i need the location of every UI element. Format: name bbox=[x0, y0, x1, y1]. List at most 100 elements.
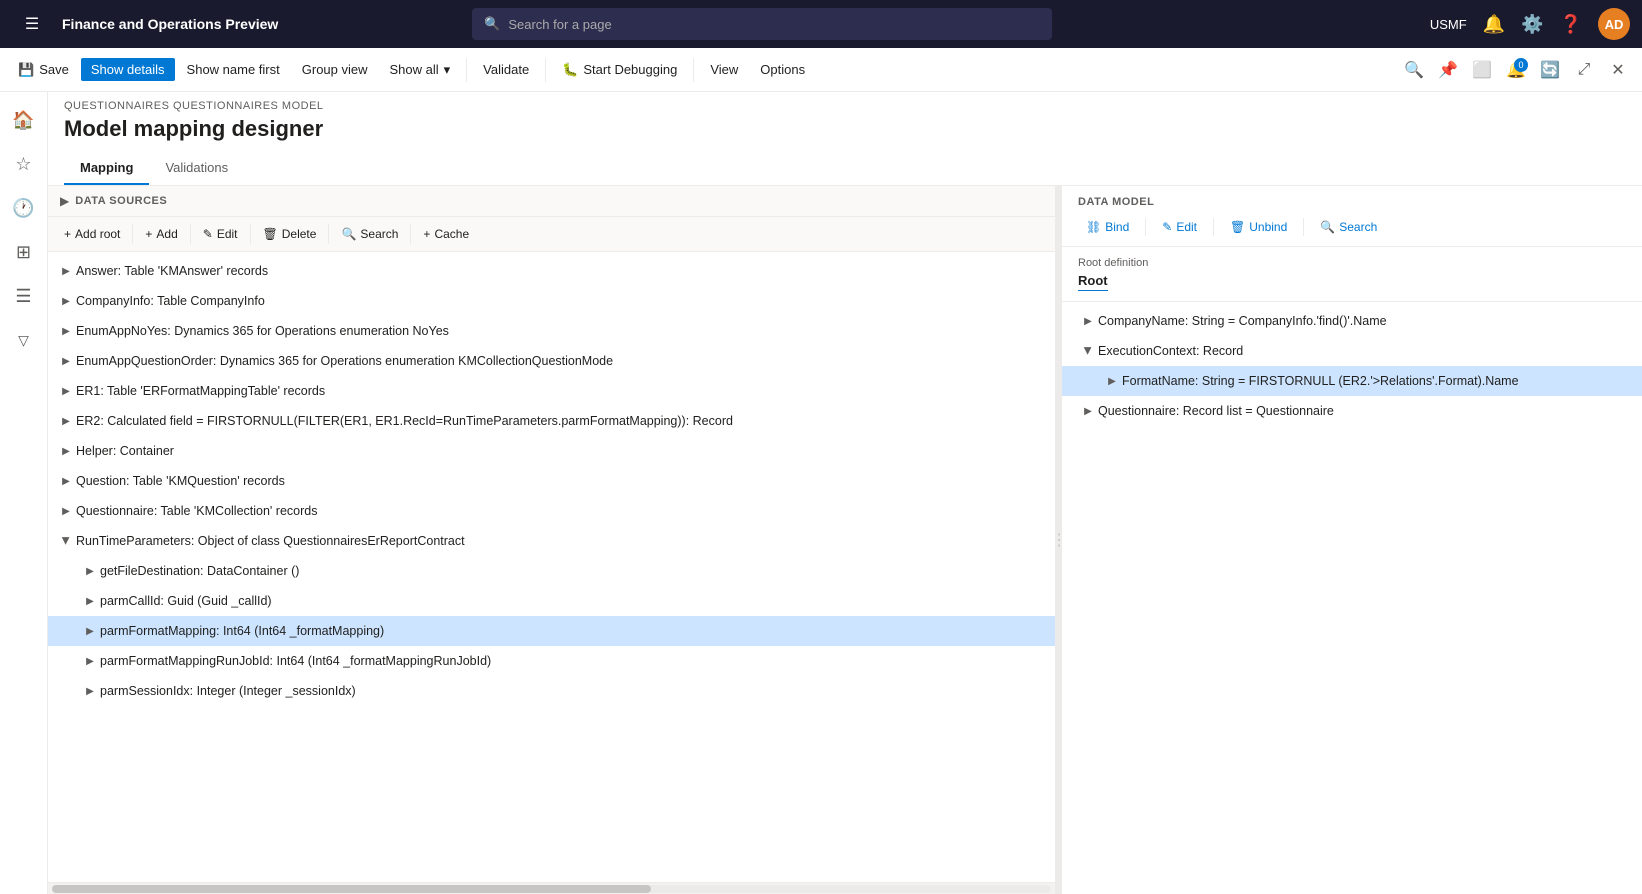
toolbar-sep-4 bbox=[328, 224, 329, 244]
filter-icon[interactable]: ▽ bbox=[4, 320, 44, 360]
separator-2 bbox=[545, 58, 546, 82]
page-title: Model mapping designer bbox=[64, 116, 1626, 142]
show-name-first-button[interactable]: Show name first bbox=[177, 58, 290, 81]
dm-sep-3 bbox=[1303, 218, 1304, 236]
save-icon: 💾 bbox=[18, 62, 34, 78]
settings-gear-icon[interactable]: ⚙️ bbox=[1521, 14, 1543, 35]
horizontal-scrollbar[interactable] bbox=[48, 882, 1055, 894]
dm-title: DATA MODEL bbox=[1078, 196, 1626, 208]
dm-tree-item-selected[interactable]: ▶ FormatName: String = FIRSTORNULL (ER2.… bbox=[1062, 366, 1642, 396]
show-all-button[interactable]: Show all ▾ bbox=[380, 58, 461, 82]
show-details-button[interactable]: Show details bbox=[81, 58, 175, 81]
tree-item[interactable]: ▶ ER2: Calculated field = FIRSTORNULL(FI… bbox=[48, 406, 1055, 436]
tree-item-label: getFileDestination: DataContainer () bbox=[100, 564, 1047, 578]
tree-item[interactable]: ▶ getFileDestination: DataContainer () bbox=[48, 556, 1055, 586]
options-label: Options bbox=[760, 62, 805, 77]
user-avatar[interactable]: AD bbox=[1598, 8, 1630, 40]
hamburger-menu-icon[interactable]: ☰ bbox=[12, 4, 52, 44]
home-icon[interactable]: 🏠 bbox=[4, 100, 44, 140]
tree-item[interactable]: ▶ CompanyInfo: Table CompanyInfo bbox=[48, 286, 1055, 316]
add-root-button[interactable]: + Add root bbox=[56, 223, 128, 245]
search-button[interactable]: 🔍 Search bbox=[333, 223, 406, 245]
chevron-icon: ▶ bbox=[56, 291, 76, 311]
clock-icon[interactable]: 🕐 bbox=[4, 188, 44, 228]
left-sidebar: 🏠 ☆ 🕐 ⊞ ☰ ▽ bbox=[0, 92, 48, 894]
search-icon-button[interactable]: 🔍 bbox=[1398, 54, 1430, 86]
dm-item-label: Questionnaire: Record list = Questionnai… bbox=[1098, 404, 1634, 418]
show-details-label: Show details bbox=[91, 62, 165, 77]
edit-button[interactable]: ✎ Edit bbox=[195, 223, 246, 245]
view-button[interactable]: View bbox=[700, 58, 748, 81]
dm-tree-item[interactable]: ▶ Questionnaire: Record list = Questionn… bbox=[1062, 396, 1642, 426]
tab-validations[interactable]: Validations bbox=[149, 152, 244, 185]
expand-panel-icon-button[interactable]: ⬜ bbox=[1466, 54, 1498, 86]
pin-icon-button[interactable]: 📌 bbox=[1432, 54, 1464, 86]
dm-item-label: FormatName: String = FIRSTORNULL (ER2.'>… bbox=[1122, 374, 1634, 388]
tree-item[interactable]: ▶ parmSessionIdx: Integer (Integer _sess… bbox=[48, 676, 1055, 706]
cache-button[interactable]: + Cache bbox=[415, 223, 477, 245]
save-button[interactable]: 💾 Save bbox=[8, 58, 79, 82]
content-area: QUESTIONNAIRES QUESTIONNAIRES MODEL Mode… bbox=[48, 92, 1642, 894]
group-view-button[interactable]: Group view bbox=[292, 58, 378, 81]
tab-mapping[interactable]: Mapping bbox=[64, 152, 149, 185]
show-name-first-label: Show name first bbox=[187, 62, 280, 77]
unbind-button[interactable]: 🗑 Unbind bbox=[1222, 216, 1295, 238]
tree-item[interactable]: ▶ Questionnaire: Table 'KMCollection' re… bbox=[48, 496, 1055, 526]
tree-item[interactable]: ▶ RunTimeParameters: Object of class Que… bbox=[48, 526, 1055, 556]
scroll-thumb[interactable] bbox=[52, 885, 651, 893]
group-view-label: Group view bbox=[302, 62, 368, 77]
start-debugging-label: Start Debugging bbox=[583, 62, 677, 77]
tree-item[interactable]: ▶ ER1: Table 'ERFormatMappingTable' reco… bbox=[48, 376, 1055, 406]
add-button[interactable]: + Add bbox=[137, 223, 185, 245]
search-mag-icon: 🔍 bbox=[341, 227, 356, 241]
start-debugging-button[interactable]: 🐛 Start Debugging bbox=[552, 58, 687, 82]
expand-chevron-icon[interactable]: ▶ bbox=[60, 194, 69, 208]
dm-tree-item[interactable]: ▶ ExecutionContext: Record bbox=[1062, 336, 1642, 366]
dm-tree-item[interactable]: ▶ CompanyName: String = CompanyInfo.'fin… bbox=[1062, 306, 1642, 336]
dm-root-label: Root definition bbox=[1078, 257, 1626, 269]
notification-bell-icon[interactable]: 🔔 bbox=[1483, 14, 1505, 35]
close-icon-button[interactable]: ✕ bbox=[1602, 54, 1634, 86]
top-nav: ☰ Finance and Operations Preview 🔍 Searc… bbox=[0, 0, 1642, 48]
tree-item[interactable]: ▶ Answer: Table 'KMAnswer' records bbox=[48, 256, 1055, 286]
show-all-chevron-icon: ▾ bbox=[444, 62, 451, 78]
tree-item[interactable]: ▶ EnumAppQuestionOrder: Dynamics 365 for… bbox=[48, 346, 1055, 376]
page-tabs: Mapping Validations bbox=[64, 152, 1626, 185]
tree-item-label: RunTimeParameters: Object of class Quest… bbox=[76, 534, 1047, 548]
tree-item[interactable]: ▶ EnumAppNoYes: Dynamics 365 for Operati… bbox=[48, 316, 1055, 346]
grid-icon[interactable]: ⊞ bbox=[4, 232, 44, 272]
separator-3 bbox=[693, 58, 694, 82]
help-question-icon[interactable]: ❓ bbox=[1560, 14, 1582, 35]
dm-edit-icon: ✎ bbox=[1162, 220, 1172, 234]
dm-tree: ▶ CompanyName: String = CompanyInfo.'fin… bbox=[1062, 302, 1642, 894]
command-bar: 💾 Save Show details Show name first Grou… bbox=[0, 48, 1642, 92]
refresh-icon-button[interactable]: 🔄 bbox=[1534, 54, 1566, 86]
options-button[interactable]: Options bbox=[750, 58, 815, 81]
tree-item-label: parmCallId: Guid (Guid _callId) bbox=[100, 594, 1047, 608]
list-icon[interactable]: ☰ bbox=[4, 276, 44, 316]
dm-item-label: CompanyName: String = CompanyInfo.'find(… bbox=[1098, 314, 1634, 328]
chevron-icon: ▶ bbox=[80, 681, 100, 701]
tree-item-label: EnumAppQuestionOrder: Dynamics 365 for O… bbox=[76, 354, 1047, 368]
validate-button[interactable]: Validate bbox=[473, 58, 539, 81]
chevron-icon: ▶ bbox=[1078, 311, 1098, 331]
tree-item[interactable]: ▶ parmFormatMappingRunJobId: Int64 (Int6… bbox=[48, 646, 1055, 676]
bind-button[interactable]: ⛓ Bind bbox=[1078, 216, 1137, 238]
notification-badge-button[interactable]: 🔔 0 bbox=[1500, 54, 1532, 86]
delete-button[interactable]: 🗑 Delete bbox=[255, 223, 325, 245]
tree-item[interactable]: ▶ Question: Table 'KMQuestion' records bbox=[48, 466, 1055, 496]
nav-icons: USMF 🔔 ⚙️ ❓ AD bbox=[1430, 8, 1630, 40]
dm-search-button[interactable]: 🔍 Search bbox=[1312, 216, 1385, 238]
global-search-bar[interactable]: 🔍 Search for a page bbox=[472, 8, 1052, 40]
search-placeholder: Search for a page bbox=[508, 17, 611, 32]
tree-item-selected[interactable]: ▶ parmFormatMapping: Int64 (Int64 _forma… bbox=[48, 616, 1055, 646]
chevron-icon: ▶ bbox=[80, 621, 100, 641]
cache-label: Cache bbox=[434, 227, 469, 241]
tree-item[interactable]: ▶ parmCallId: Guid (Guid _callId) bbox=[48, 586, 1055, 616]
tree-item[interactable]: ▶ Helper: Container bbox=[48, 436, 1055, 466]
view-label: View bbox=[710, 62, 738, 77]
dm-sep-1 bbox=[1145, 218, 1146, 236]
dm-edit-button[interactable]: ✎ Edit bbox=[1154, 216, 1205, 238]
star-icon[interactable]: ☆ bbox=[4, 144, 44, 184]
fullscreen-icon-button[interactable]: ⤢ bbox=[1568, 54, 1600, 86]
